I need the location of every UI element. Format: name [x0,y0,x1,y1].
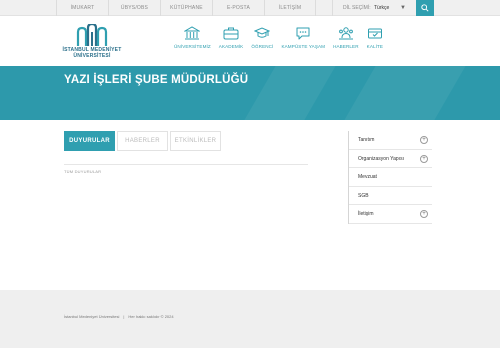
sidebar-item-label: SGB [358,192,369,199]
banner-decoration [244,66,336,120]
tab-announcements[interactable]: DUYURULAR [64,131,115,151]
top-link-library[interactable]: KÜTÜPHANE [160,0,212,16]
banner-decoration [344,66,466,120]
language-label: DİL SEÇİMİ: [343,5,371,11]
main-nav: ÜNİVERSİTEMİZ AKADEMİK ÖĞRENCİ KAMPÜSTE … [170,26,387,62]
language-value: Türkçe [374,5,390,11]
footer-org: İstanbul Medeniyet Üniversitesi [64,314,120,319]
nav-label: AKADEMİK [218,44,244,49]
tabs-divider [64,164,308,165]
nav-label: HABERLER [333,44,359,49]
logo-emblem-icon [76,24,108,46]
nav-item-news[interactable]: HABERLER [333,26,359,62]
quality-box-icon [367,28,382,39]
top-bar: İMUKART ÜBYS/OBS KÜTÜPHANE E-POSTA İLETİ… [0,0,500,16]
footer-copyright: İstanbul Medeniyet Üniversitesi | Her hakk… [64,314,174,319]
top-link-imukart[interactable]: İMUKART [56,0,108,16]
content-tabs: DUYURULAR HABERLER ETKİNLİKLER [64,131,308,151]
all-announcements-link[interactable]: TÜM DUYURULAR [64,169,101,174]
sidebar-item-contact[interactable]: İletişim + [349,205,432,224]
briefcase-icon [223,27,239,40]
search-button[interactable] [416,0,434,16]
university-icon [184,26,201,40]
header: İSTANBUL MEDENİYET ÜNİVERSİTESİ ÜNİVERSİ… [0,16,500,66]
plus-icon[interactable]: + [420,154,428,163]
nav-item-student[interactable]: ÖĞRENCİ [251,26,273,62]
sidebar-item-label: Tanıtım [358,137,375,143]
nav-label: KALİTE [366,44,384,49]
footer-separator: | [123,314,125,319]
people-icon [338,27,353,40]
top-links: İMUKART ÜBYS/OBS KÜTÜPHANE E-POSTA İLETİ… [56,0,316,16]
sidebar-item-legislation[interactable]: Mevzuat [349,168,432,187]
nav-item-academic[interactable]: AKADEMİK [219,26,244,62]
university-logo[interactable]: İSTANBUL MEDENİYET ÜNİVERSİTESİ [60,24,124,62]
language-select[interactable]: DİL SEÇİMİ: Türkçe ▼ [332,0,412,16]
plus-icon[interactable]: + [420,136,428,144]
nav-label: KAMPÜSTE YAŞAM [281,44,326,49]
sidebar-item-intro[interactable]: Tanıtım + [349,131,432,150]
top-link-ubys[interactable]: ÜBYS/OBS [108,0,160,16]
nav-label: ÜNİVERSİTEMİZ [174,44,211,49]
sidebar-item-organization[interactable]: Organizasyon Yapısı + [349,150,432,168]
nav-item-quality[interactable]: KALİTE [367,26,383,62]
nav-item-campus-life[interactable]: KAMPÜSTE YAŞAM [281,26,325,62]
search-icon [421,4,429,12]
chat-bubble-icon [296,27,310,40]
sidebar-item-sgb[interactable]: SGB [349,187,432,205]
nav-item-university[interactable]: ÜNİVERSİTEMİZ [174,26,211,62]
footer-rights: Her hakkı saklıdır © 2024 [128,314,174,319]
sidebar-menu: Tanıtım + Organizasyon Yapısı + Mevzuat … [348,131,432,224]
graduation-cap-icon [254,27,271,38]
top-link-contact[interactable]: İLETİŞİM [264,0,316,16]
logo-line2: ÜNİVERSİTESİ [73,53,111,59]
caret-down-icon: ▼ [400,5,406,11]
nav-label: ÖĞRENCİ [251,44,274,49]
footer: İstanbul Medeniyet Üniversitesi | Her hakk… [0,290,500,348]
sidebar-item-label: Organizasyon Yapısı [358,155,404,162]
sidebar-item-label: İletişim [358,211,374,217]
plus-icon[interactable]: + [420,210,428,218]
sidebar-item-label: Mevzuat [358,174,377,180]
page-title: YAZI İŞLERİ ŞUBE MÜDÜRLÜĞÜ [64,74,249,86]
page-banner: YAZI İŞLERİ ŞUBE MÜDÜRLÜĞÜ [0,66,500,120]
top-link-email[interactable]: E-POSTA [212,0,264,16]
tab-news[interactable]: HABERLER [117,131,168,151]
tab-events[interactable]: ETKİNLİKLER [170,131,221,151]
